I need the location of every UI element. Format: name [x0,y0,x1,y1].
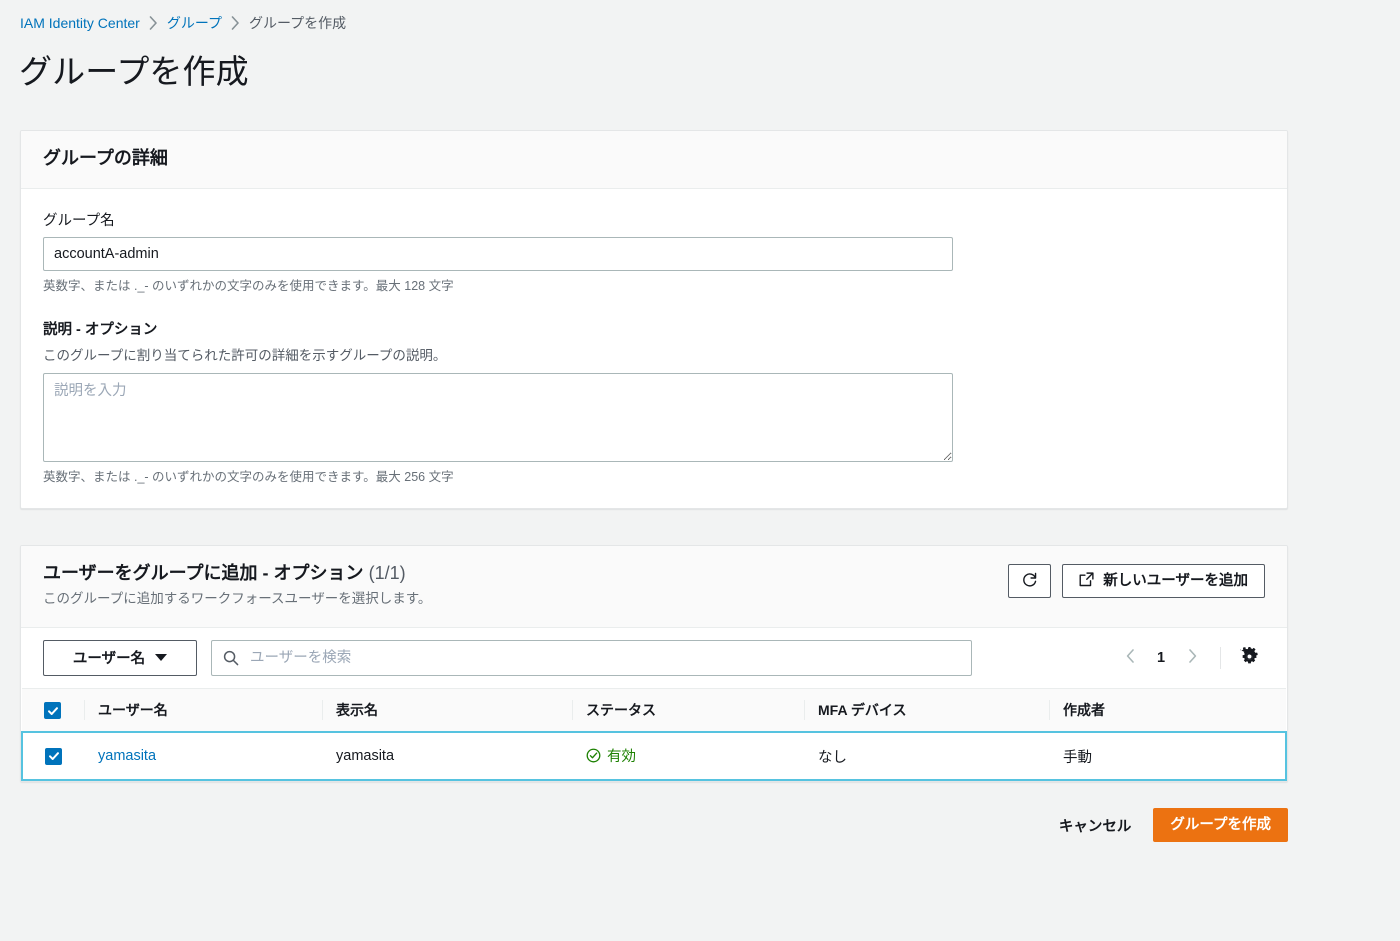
user-search-input[interactable] [211,639,972,676]
group-details-title: グループの詳細 [43,148,168,168]
page-title: グループを作成 [19,53,249,90]
group-name-input[interactable] [43,237,953,272]
group-name-hint: 英数字、または ._- のいずれかの文字のみを使用できます。最大 128 文字 [43,279,454,294]
row-select-cell [21,731,84,782]
row-cell-username: yamasita [84,731,322,782]
group-details-card-header: グループの詳細 [21,131,1287,190]
description-textarea[interactable] [43,372,953,462]
pagination-next-button[interactable] [1176,642,1208,674]
refresh-button[interactable] [1008,564,1052,598]
add-users-counter: (1/1) [368,563,406,583]
username-link[interactable]: yamasita [98,748,156,764]
add-users-card: ユーザーをグループに追加 - オプション (1/1) このグループに追加するワー… [20,545,1288,783]
select-all-checkbox[interactable] [44,702,61,720]
column-header-status[interactable]: ステータス [572,687,804,733]
chevron-right-icon [1188,649,1197,666]
select-all-header [22,687,84,733]
users-table: ユーザー名 表示名 ステータス MFA デバイス 作成者 yamasita ya… [21,687,1287,782]
group-details-card: グループの詳細 グループ名 英数字、または ._- のいずれかの文字のみを使用で… [20,130,1288,510]
table-header-row: ユーザー名 表示名 ステータス MFA デバイス 作成者 [22,687,1286,733]
chevron-right-icon [231,16,240,30]
row-cell-created-by: 手動 [1049,731,1287,782]
add-users-subtitle: このグループに追加するワークフォースユーザーを選択します。 [43,591,432,607]
add-users-title: ユーザーをグループに追加 - オプション (1/1) [43,562,431,585]
external-link-icon [1079,572,1094,591]
create-group-button[interactable]: グループを作成 [1153,808,1288,842]
gear-icon [1239,645,1259,669]
add-users-title-text: ユーザーをグループに追加 - オプション [43,563,364,583]
users-filter-row: ユーザー名 ユーザーを検索 1 [21,628,1287,688]
form-actions: キャンセル グループを作成 [20,808,1288,842]
description-field: 説明 - オプション このグループに割り当てられた許可の詳細を示すグループの説明… [43,318,1265,486]
create-group-page: IAM Identity Center グループ グループを作成 グループを作成… [0,0,1400,941]
pagination-previous-button[interactable] [1114,642,1146,674]
users-table-body: yamasita yamasita 有効 なし 手動 [21,731,1287,782]
table-row[interactable]: yamasita yamasita 有効 なし 手動 [21,731,1287,782]
chevron-left-icon [1126,649,1135,666]
column-header-mfa-device[interactable]: MFA デバイス [804,687,1049,733]
row-cell-status: 有効 [572,731,804,782]
group-name-field: グループ名 英数字、または ._- のいずれかの文字のみを使用できます。最大 1… [43,209,1265,296]
add-new-user-button-label: 新しいユーザーを追加 [1103,572,1248,589]
row-cell-mfa-device: なし [804,731,1049,782]
add-users-header-actions: 新しいユーザーを追加 [1008,564,1265,598]
row-checkbox[interactable] [45,747,62,765]
status-badge-label: 有効 [607,749,636,766]
description-hint: 英数字、または ._- のいずれかの文字のみを使用できます。最大 256 文字 [43,469,454,484]
users-table-head: ユーザー名 表示名 ステータス MFA デバイス 作成者 [22,687,1286,733]
add-users-heading-group: ユーザーをグループに追加 - オプション (1/1) このグループに追加するワー… [43,562,431,609]
pagination: 1 [1114,642,1265,674]
description-helper-text: このグループに割り当てられた許可の詳細を示すグループの説明。 [43,348,447,364]
breadcrumb-item-groups[interactable]: グループ [167,13,222,33]
group-name-label: グループ名 [43,213,115,230]
breadcrumb-item-iam-identity-center[interactable]: IAM Identity Center [20,15,140,31]
breadcrumb: IAM Identity Center グループ グループを作成 [20,12,346,34]
refresh-icon [1021,571,1038,592]
chevron-down-icon [155,654,168,662]
cancel-button[interactable]: キャンセル [1043,808,1148,842]
add-users-card-header: ユーザーをグループに追加 - オプション (1/1) このグループに追加するワー… [21,546,1287,628]
chevron-right-icon [149,16,158,30]
breadcrumb-item-create-group: グループを作成 [249,15,347,31]
column-header-display-name[interactable]: 表示名 [322,687,572,733]
add-new-user-button[interactable]: 新しいユーザーを追加 [1062,564,1265,598]
pagination-page-1[interactable]: 1 [1148,650,1174,666]
status-badge: 有効 [586,745,636,766]
check-circle-icon [586,748,601,763]
user-search-wrapper [211,639,972,676]
column-header-created-by[interactable]: 作成者 [1049,687,1286,733]
user-attribute-dropdown-label: ユーザー名 [72,651,146,668]
user-attribute-dropdown[interactable]: ユーザー名 [43,639,197,676]
description-label: 説明 - オプション [43,322,158,339]
pagination-divider [1220,646,1221,669]
search-icon [223,650,239,666]
table-preferences-button[interactable] [1233,642,1265,674]
column-header-username[interactable]: ユーザー名 [84,687,322,733]
row-cell-display-name: yamasita [322,731,572,782]
group-details-card-body: グループ名 英数字、または ._- のいずれかの文字のみを使用できます。最大 1… [21,189,1287,508]
